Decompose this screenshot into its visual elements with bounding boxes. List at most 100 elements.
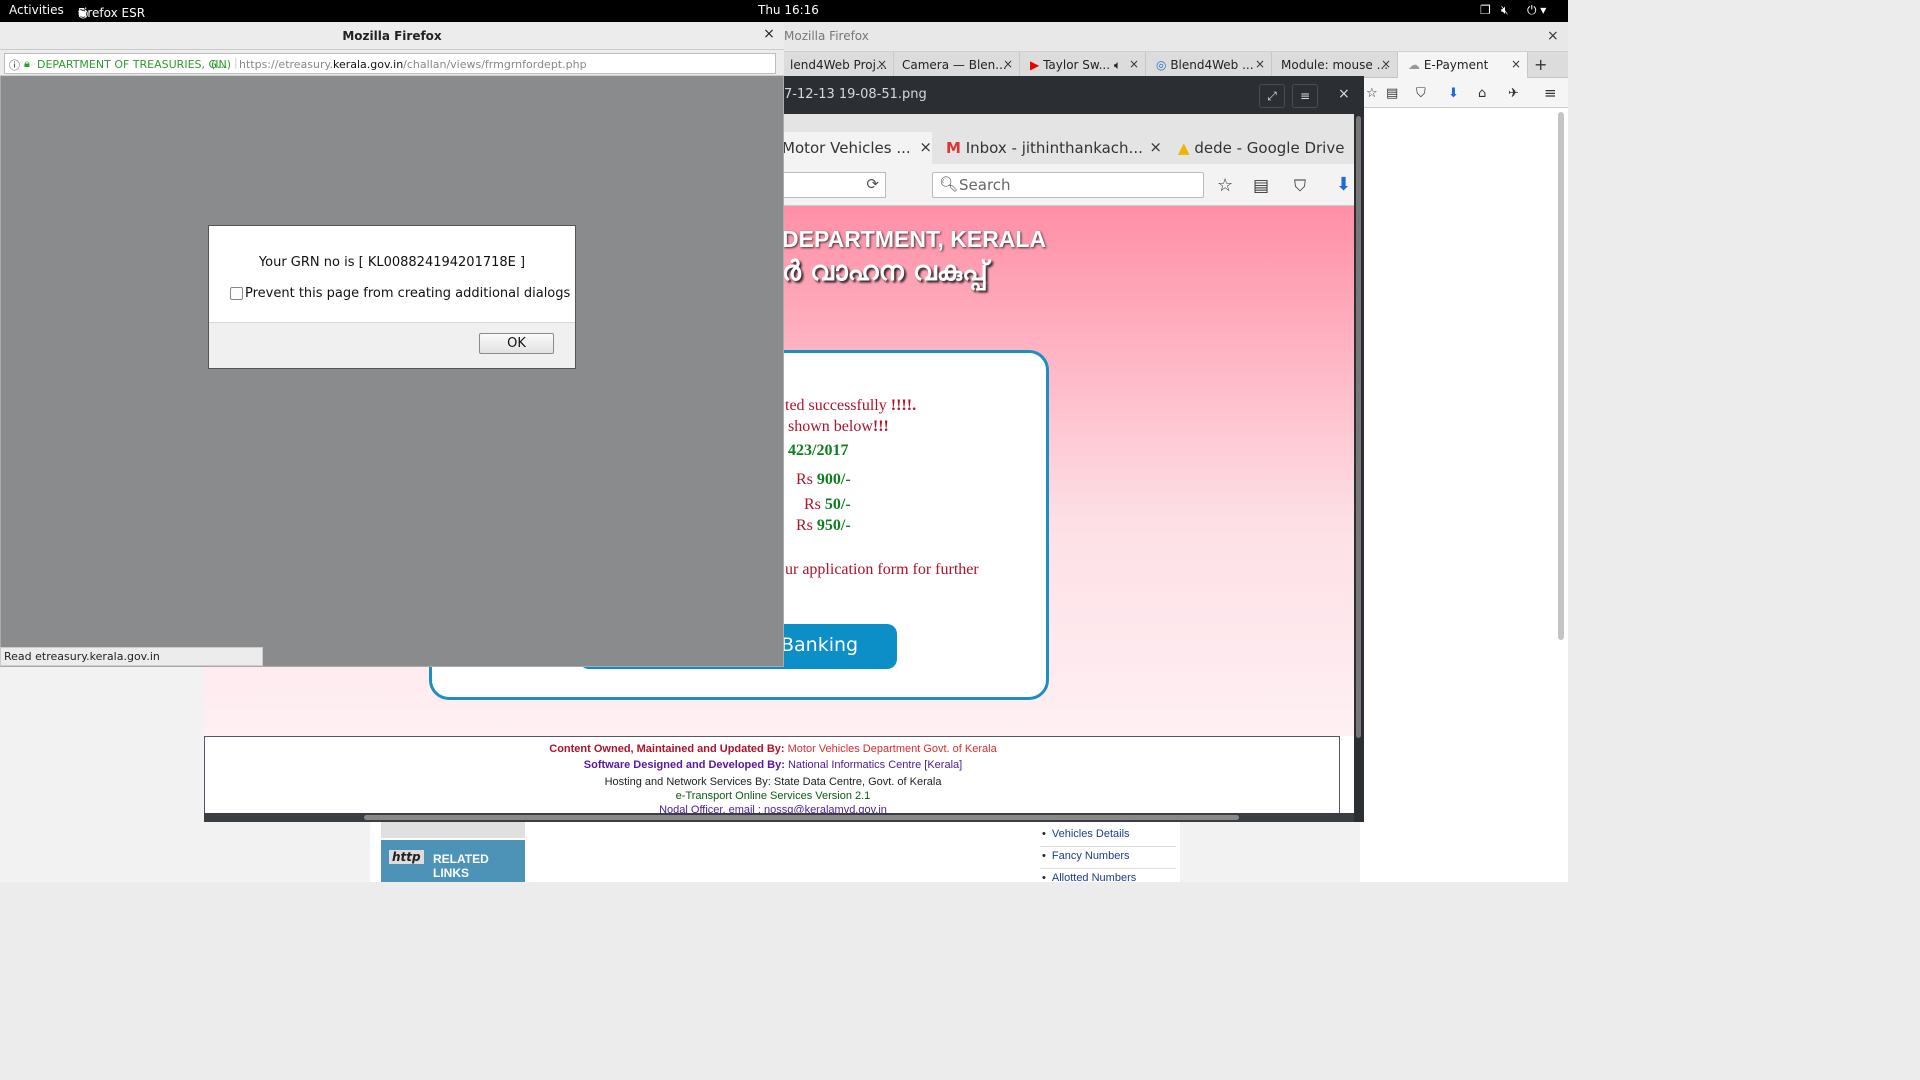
close-icon[interactable]: × bbox=[1547, 28, 1559, 44]
pocket-icon[interactable]: ⛉ bbox=[1416, 86, 1426, 101]
footer-line-2: Software Designed and Developed By: Nati… bbox=[205, 759, 1341, 771]
page-footer: Content Owned, Maintained and Updated By… bbox=[204, 736, 1340, 814]
viewer-horizontal-scroll-thumb[interactable] bbox=[364, 815, 1239, 820]
clock[interactable]: Thu 16:16 bbox=[758, 3, 819, 17]
close-icon[interactable]: × bbox=[1381, 57, 1391, 71]
image-viewer-title: 7-12-13 19-08-51.png bbox=[784, 87, 927, 102]
screenshot-search-field: 🔍︎ Search bbox=[932, 172, 1204, 198]
url-text: https://etreasury.kerala.gov.in/challan/… bbox=[239, 58, 587, 71]
tab-taylor-swift[interactable]: ▶ Taylor Sw... 🔈︎ × bbox=[1020, 52, 1146, 78]
prevent-dialogs-checkbox[interactable] bbox=[230, 287, 243, 300]
service-charge-value: 50/- bbox=[824, 496, 851, 513]
new-tab-icon[interactable]: + bbox=[1534, 55, 1547, 74]
url-domain: kerala.gov.in bbox=[332, 58, 404, 71]
prevent-dialogs-label[interactable]: Prevent this page from creating addition… bbox=[245, 286, 570, 301]
activities-button[interactable]: Activities bbox=[9, 3, 64, 17]
total-line: Rs 950/- bbox=[796, 517, 851, 535]
close-icon[interactable]: × bbox=[1003, 57, 1013, 71]
status-bar: Read etreasury.kerala.gov.in bbox=[0, 647, 263, 666]
close-icon[interactable]: × bbox=[1129, 57, 1139, 71]
link-fancy-numbers[interactable]: Fancy Numbers bbox=[1042, 850, 1130, 862]
total-value: 950/- bbox=[816, 517, 851, 534]
drive-icon: ▲ bbox=[1178, 139, 1190, 157]
menu-icon[interactable]: ≡ bbox=[1292, 84, 1318, 108]
tab-blend4web[interactable]: ◎ Blend4Web ... × bbox=[1146, 52, 1272, 78]
background-page bbox=[1360, 108, 1568, 882]
dialog-message: Your GRN no is [ KL008824194201718E ] bbox=[258, 255, 526, 270]
footer-label: Content Owned, Maintained and Updated By… bbox=[549, 743, 785, 755]
department-header: DEPARTMENT, KERALA bbox=[782, 226, 1047, 252]
viewer-vertical-scroll-thumb[interactable] bbox=[1356, 116, 1361, 738]
currency-label: Rs bbox=[796, 471, 813, 488]
tab-label: Taylor Sw... bbox=[1043, 58, 1111, 72]
tab-label: dede - Google Drive bbox=[1194, 139, 1345, 157]
bookmark-star-icon[interactable]: ☆ bbox=[1366, 86, 1378, 101]
tab-camera-blender[interactable]: Camera — Blen... × bbox=[894, 52, 1020, 78]
popup-url-field[interactable]: ⓘ 🔒︎ DEPARTMENT OF TREASURIES, G... (IN)… bbox=[4, 53, 776, 74]
page-scrollbar[interactable] bbox=[1558, 112, 1564, 640]
close-icon: × bbox=[919, 138, 932, 156]
close-icon[interactable]: × bbox=[760, 26, 778, 46]
success-text: ted successfully bbox=[785, 397, 887, 414]
background-toolbar: ☆ ▤ ⛉ ⬇ ⌂ ✈ ≡ bbox=[1360, 78, 1568, 108]
tab-label: Motor Vehicles ... bbox=[782, 139, 911, 157]
close-icon[interactable]: × bbox=[877, 57, 887, 71]
fee-line: Rs 900/- bbox=[796, 471, 851, 489]
page-icon: ☁ bbox=[1408, 58, 1420, 72]
url-path: /challan/views/frmgrnfordept.php bbox=[403, 58, 587, 71]
url-prefix: https://etreasury. bbox=[239, 58, 333, 71]
tab-module-mouse[interactable]: Module: mouse ... × bbox=[1272, 52, 1398, 78]
tab-google-drive: ▲ dede - Google Drive bbox=[1178, 132, 1354, 164]
search-placeholder: Search bbox=[959, 176, 1011, 194]
link-allotted-numbers[interactable]: Allotted Numbers bbox=[1042, 872, 1136, 884]
download-icon[interactable]: ⬇ bbox=[1448, 86, 1459, 101]
extension-icon[interactable]: ✈ bbox=[1508, 86, 1519, 101]
divider bbox=[1040, 868, 1176, 869]
success-line: ted successfully !!!!. bbox=[785, 397, 916, 415]
further-instruction-line: ur application form for further bbox=[785, 561, 979, 578]
menu-icon[interactable]: ≡ bbox=[1544, 84, 1557, 102]
footer-value: Motor Vehicles Department Govt. of Keral… bbox=[787, 743, 997, 755]
close-icon[interactable]: × bbox=[1511, 57, 1521, 71]
site-country: (IN) bbox=[211, 58, 232, 71]
footer-value: National Informatics Centre [Kerala] bbox=[787, 759, 963, 771]
search-icon: 🔍︎ bbox=[939, 175, 959, 193]
tab-e-payment[interactable]: ☁ E-Payment × bbox=[1398, 52, 1528, 78]
footer-line-1: Content Owned, Maintained and Updated By… bbox=[205, 743, 1341, 755]
tab-label: E-Payment bbox=[1423, 58, 1489, 72]
success-mark: !!!!. bbox=[890, 397, 917, 414]
lock-icon: 🔒︎ bbox=[24, 57, 30, 70]
separator: | bbox=[234, 56, 238, 69]
footer-line-3: Hosting and Network Services By: State D… bbox=[604, 776, 942, 788]
net-banking-label: Banking bbox=[781, 634, 859, 656]
related-links-banner[interactable]: http RELATED LINKS bbox=[381, 840, 525, 882]
footer-label: Software Designed and Developed By: bbox=[583, 759, 785, 771]
link-vehicles-details[interactable]: Vehicles Details bbox=[1042, 828, 1130, 840]
tab-blend4web-project[interactable]: lend4Web Proj... × bbox=[784, 52, 894, 78]
close-icon[interactable]: × bbox=[1255, 57, 1265, 71]
reload-icon: ⟳ bbox=[866, 175, 879, 193]
fee-value: 900/- bbox=[816, 471, 851, 488]
gmail-icon: M bbox=[946, 139, 961, 157]
volume-muted-icon[interactable]: 🔇︎ bbox=[1501, 3, 1509, 18]
bookmark-star-icon: ☆ bbox=[1217, 175, 1234, 196]
window-icon[interactable]: ❐ bbox=[1480, 3, 1491, 17]
close-icon: × bbox=[1149, 138, 1162, 156]
close-icon[interactable]: × bbox=[1338, 86, 1350, 102]
fullscreen-icon[interactable]: ⤢ bbox=[1259, 84, 1285, 108]
shown-below-line: shown below!!! bbox=[788, 418, 889, 436]
reading-list-icon: ▤ bbox=[1253, 176, 1270, 196]
ok-button[interactable]: OK bbox=[479, 333, 554, 354]
currency-label: Rs bbox=[804, 496, 821, 513]
popup-window-title: Mozilla Firefox bbox=[0, 22, 784, 50]
background-window-title: Mozilla Firefox bbox=[784, 29, 869, 43]
shown-text: shown below bbox=[788, 418, 873, 435]
home-icon[interactable]: ⌂ bbox=[1478, 86, 1486, 101]
info-icon[interactable]: ⓘ bbox=[9, 57, 20, 73]
tab-label: Inbox - jithinthankach... bbox=[965, 139, 1143, 157]
power-icon[interactable]: ⏻ ▾ bbox=[1527, 3, 1546, 18]
reading-list-icon[interactable]: ▤ bbox=[1386, 86, 1398, 101]
department-header-malayalam: ർ വാഹന വകുപ്പ് bbox=[782, 256, 988, 287]
speaker-icon[interactable]: 🔈︎ bbox=[1114, 58, 1121, 72]
currency-label: Rs bbox=[796, 517, 813, 534]
